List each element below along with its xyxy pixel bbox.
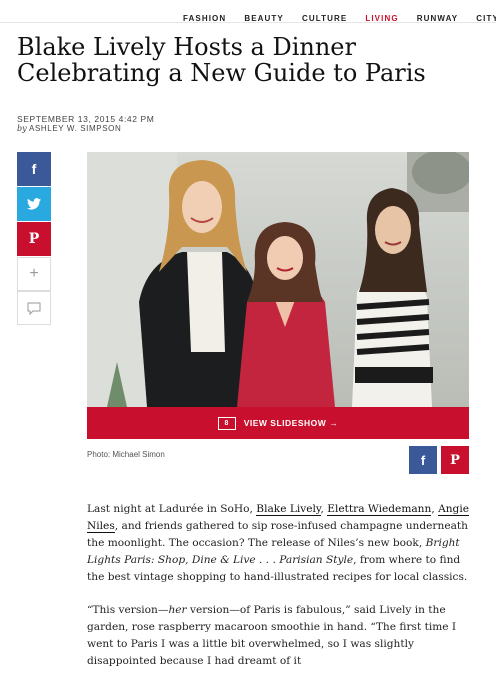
slideshow-label: VIEW SLIDESHOW bbox=[243, 418, 327, 428]
comment-icon bbox=[27, 302, 41, 315]
pinterest-icon: P bbox=[28, 231, 40, 247]
emphasis: her bbox=[168, 604, 187, 616]
paragraph-text: “This version— bbox=[87, 604, 169, 616]
paragraph-text: , and friends gathered to sip rose-infus… bbox=[87, 520, 468, 549]
nav-living[interactable]: LIVING bbox=[365, 14, 398, 23]
photo-credit: Photo: Michael Simon bbox=[87, 450, 165, 459]
more-share-button[interactable]: + bbox=[17, 257, 51, 291]
link-blake-lively[interactable]: Blake Lively bbox=[256, 503, 321, 516]
pinterest-icon: P bbox=[450, 452, 460, 468]
article-body: Last night at Ladurée in SoHo, Blake Liv… bbox=[87, 501, 471, 686]
facebook-icon: f bbox=[31, 161, 37, 177]
facebook-share-button-inline[interactable]: f bbox=[409, 446, 437, 474]
nav-city-guide[interactable]: CITY GU bbox=[476, 14, 496, 23]
comment-button[interactable] bbox=[17, 291, 51, 325]
byline-prefix: by bbox=[17, 124, 27, 133]
plus-icon: + bbox=[29, 265, 39, 282]
author-link[interactable]: ASHLEY W. SIMPSON bbox=[29, 124, 121, 133]
link-elettra-wiedemann[interactable]: Elettra Wiedemann bbox=[327, 503, 432, 516]
facebook-icon: f bbox=[420, 452, 426, 468]
arrow-right-icon: → bbox=[329, 418, 339, 428]
pinterest-share-button-inline[interactable]: P bbox=[441, 446, 469, 474]
facebook-share-button[interactable]: f bbox=[17, 152, 51, 186]
view-slideshow-button[interactable]: 8 VIEW SLIDESHOW → bbox=[87, 407, 469, 439]
twitter-share-button[interactable] bbox=[17, 187, 51, 221]
byline: by ASHLEY W. SIMPSON bbox=[17, 124, 121, 133]
top-navigation: FASHION BEAUTY CULTURE LIVING RUNWAY CIT… bbox=[0, 0, 496, 23]
paragraph-1: Last night at Ladurée in SoHo, Blake Liv… bbox=[87, 501, 471, 586]
nav-beauty[interactable]: BEAUTY bbox=[244, 14, 284, 23]
photo-illustration bbox=[87, 152, 469, 407]
article-hero-photo[interactable] bbox=[87, 152, 469, 407]
article-title: Blake Lively Hosts a Dinner Celebrating … bbox=[17, 33, 426, 87]
twitter-icon bbox=[27, 198, 41, 210]
paragraph-text: Last night at Ladurée in SoHo, bbox=[87, 503, 257, 515]
nav-fashion[interactable]: FASHION bbox=[183, 14, 226, 23]
nav-runway[interactable]: RUNWAY bbox=[417, 14, 458, 23]
article-date: SEPTEMBER 13, 2015 4:42 PM bbox=[17, 114, 155, 124]
slide-count-badge: 8 bbox=[217, 416, 236, 430]
nav-culture[interactable]: CULTURE bbox=[302, 14, 347, 23]
paragraph-2: “This version—her version—of Paris is fa… bbox=[87, 602, 471, 670]
pinterest-share-button[interactable]: P bbox=[17, 222, 51, 256]
